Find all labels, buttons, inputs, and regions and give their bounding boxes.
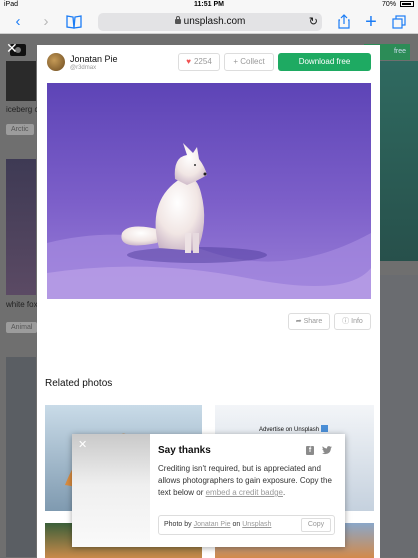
battery-icon (400, 1, 414, 7)
forward-button[interactable]: › (36, 12, 56, 32)
say-thanks-title: Say thanks (158, 445, 211, 456)
credit-on: on (230, 521, 243, 528)
share-label: Share (303, 318, 323, 325)
clock: 11:51 PM (194, 1, 224, 8)
share-icon[interactable] (334, 12, 354, 32)
close-icon[interactable]: ✕ (78, 438, 87, 451)
credit-author-link[interactable]: Jonatan Pie (194, 521, 231, 528)
credit-prefix: Photo by (164, 521, 194, 528)
battery-indicator: 70% (382, 1, 414, 8)
background-thumbnail (6, 159, 36, 295)
say-thanks-body: Crediting isn't required, but is appreci… (158, 463, 338, 499)
background-caption: white fox (6, 300, 38, 309)
address-bar[interactable]: unsplash.com ↻ (98, 13, 322, 31)
collect-label: Collect (240, 57, 265, 66)
info-label: Info (351, 318, 363, 325)
author-name[interactable]: Jonatan Pie (70, 54, 118, 64)
background-thumbnail (380, 275, 418, 557)
lock-icon (174, 16, 181, 24)
close-icon[interactable]: ✕ (6, 40, 18, 57)
thanks-body-end: . (282, 488, 286, 497)
advertise-label: Advertise on Unsplash (259, 427, 320, 433)
background-thumbnail (380, 61, 418, 261)
advertise-link[interactable]: Advertise on Unsplash (259, 425, 329, 433)
background-tag: Arctic (6, 124, 34, 135)
url-text: unsplash.com (183, 16, 246, 27)
background-tag: Animal (6, 322, 38, 333)
heart-icon: ♥ (186, 57, 191, 66)
plus-icon: + (233, 57, 238, 66)
facebook-icon[interactable]: f (306, 446, 314, 455)
background-caption: iceberg c (6, 105, 39, 114)
background-thumbnail (6, 357, 36, 557)
say-thanks-popup: ✕ Say thanks f Crediting isn't required,… (72, 434, 345, 547)
collect-button[interactable]: + Collect (224, 53, 274, 71)
twitter-icon[interactable] (322, 446, 332, 455)
back-button[interactable]: ‹ (8, 12, 28, 32)
reload-icon[interactable]: ↻ (309, 13, 318, 31)
like-button[interactable]: ♥ 2254 (178, 53, 220, 71)
like-count: 2254 (193, 57, 212, 66)
share-arrow-icon: ➦ (295, 318, 302, 325)
embed-badge-link[interactable]: embed a credit badge (206, 488, 283, 497)
battery-percent: 70% (382, 1, 397, 8)
background-thumbnail (6, 61, 36, 101)
avatar[interactable] (47, 53, 65, 71)
info-icon: ⓘ (342, 318, 350, 325)
external-link-icon (321, 425, 329, 432)
author-username[interactable]: @r3dmax (70, 65, 96, 71)
browser-toolbar: ‹ › unsplash.com ↻ + (0, 10, 418, 34)
share-button[interactable]: ➦ Share (288, 313, 330, 330)
tabs-icon[interactable] (389, 12, 409, 32)
credit-site-link[interactable]: Unsplash (242, 521, 271, 528)
main-photo[interactable] (47, 83, 371, 299)
credit-text-box: Photo by Jonatan Pie on Unsplash Copy (158, 515, 335, 535)
status-bar: iPad 11:51 PM 70% (0, 0, 418, 10)
bookmarks-icon[interactable] (64, 12, 84, 32)
new-tab-icon[interactable]: + (361, 12, 381, 32)
copy-button[interactable]: Copy (301, 518, 331, 532)
info-button[interactable]: ⓘ Info (334, 313, 371, 330)
related-photos-heading: Related photos (45, 378, 113, 389)
download-button[interactable]: Download free (278, 53, 371, 71)
